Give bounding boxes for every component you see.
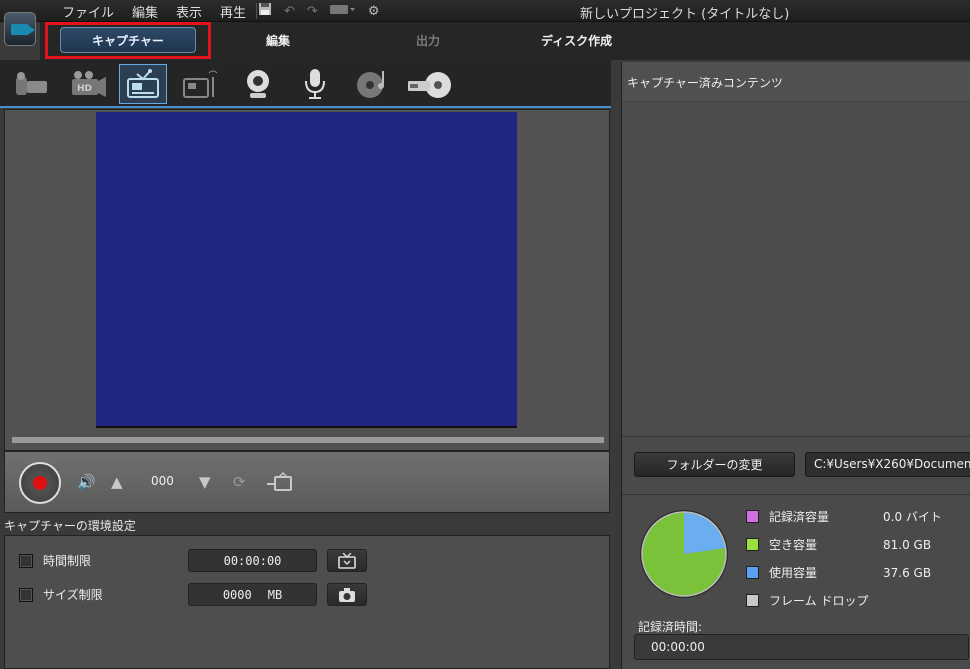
capture-device-bar: HD — [0, 60, 611, 108]
volume-counter: 000 — [151, 474, 174, 488]
optical-disc-icon[interactable] — [406, 64, 454, 104]
digital-tv-icon[interactable] — [176, 64, 224, 104]
video-preview — [96, 112, 517, 428]
svg-text:HD: HD — [77, 84, 92, 94]
upload-dropdown-icon[interactable] — [329, 3, 356, 19]
time-limit-row: 時間制限 — [19, 552, 91, 569]
redo-icon[interactable]: ↷ — [307, 4, 318, 19]
divider — [622, 494, 970, 495]
size-limit-row: サイズ制限 — [19, 586, 103, 603]
tv-capture-icon[interactable] — [119, 64, 167, 104]
legend-swatch — [746, 510, 759, 523]
legend-value: 0.0 バイト — [883, 510, 942, 524]
menu-edit[interactable]: 編集 — [132, 2, 158, 21]
legend-recorded: 記録済容量 0.0 バイト — [746, 508, 953, 525]
settings-gear-icon[interactable]: ⚙ — [368, 4, 380, 19]
size-limit-value: 0000 — [222, 587, 252, 602]
tab-output[interactable]: 出力 — [416, 32, 440, 49]
record-icon — [33, 476, 47, 490]
legend-label: フレーム ドロップ — [769, 594, 869, 608]
size-limit-label: サイズ制限 — [43, 588, 103, 602]
recorded-time-field: 00:00:00 — [634, 634, 969, 660]
app-logo — [0, 0, 40, 58]
size-limit-field[interactable]: 0000 MB — [188, 583, 317, 606]
legend-swatch — [746, 538, 759, 551]
disk-usage-pie — [640, 510, 728, 598]
legend-label: 記録済容量 — [769, 510, 830, 524]
legend-frame-drop: フレーム ドロップ — [746, 592, 929, 609]
recorded-time-label: 記録済時間: — [638, 620, 703, 634]
menu-file[interactable]: ファイル — [62, 2, 114, 21]
refresh-icon[interactable]: ⟳ — [233, 472, 246, 492]
legend-value: 81.0 GB — [883, 537, 932, 552]
change-folder-button[interactable]: フォルダーの変更 — [634, 452, 795, 477]
highlight-annotation — [45, 22, 211, 59]
legend-value: 37.6 GB — [883, 565, 932, 580]
time-limit-label: 時間制限 — [43, 554, 92, 568]
settings-title: キャプチャーの環境設定 — [4, 519, 136, 533]
legend-free: 空き容量 81.0 GB — [746, 536, 953, 553]
time-limit-checkbox[interactable] — [19, 553, 33, 568]
capture-controls: 🔊 ▲ 000 ▼ ⟳ — [4, 451, 610, 513]
legend-swatch — [746, 594, 759, 607]
tab-edit[interactable]: 編集 — [266, 32, 290, 49]
progress-slider[interactable] — [12, 437, 604, 443]
record-button[interactable] — [19, 462, 61, 504]
captured-content-title: キャプチャー済みコンテンツ — [627, 76, 783, 90]
quick-toolbar: ↶ ↷ ⚙ — [258, 2, 379, 20]
menu-view[interactable]: 表示 — [176, 2, 202, 21]
divider — [622, 436, 970, 437]
dv-camcorder-icon[interactable] — [8, 64, 56, 104]
project-title: 新しいプロジェクト (タイトルなし) — [580, 7, 790, 22]
save-icon[interactable] — [258, 2, 272, 20]
tv-snapshot-button[interactable] — [327, 549, 367, 572]
legend-swatch — [746, 566, 759, 579]
size-unit: MB — [267, 587, 283, 602]
menu-playback[interactable]: 再生 — [220, 2, 246, 21]
legend-label: 空き容量 — [769, 538, 818, 552]
captured-content-panel: キャプチャー済みコンテンツ フォルダーの変更 C:¥Users¥X260¥Doc… — [621, 62, 970, 669]
time-limit-field[interactable]: 00:00:00 — [188, 549, 317, 572]
legend-label: 使用容量 — [769, 566, 818, 580]
legend-used: 使用容量 37.6 GB — [746, 564, 953, 581]
undo-icon[interactable]: ↶ — [284, 4, 295, 19]
size-limit-checkbox[interactable] — [19, 587, 33, 602]
menu-divider — [256, 3, 257, 19]
capture-settings-panel: 時間制限 00:00:00 サイズ制限 0000 MB — [4, 535, 610, 669]
captured-content-header: キャプチャー済みコンテンツ — [622, 62, 970, 102]
webcam-icon[interactable] — [234, 64, 282, 104]
volume-icon[interactable]: 🔊 — [77, 472, 96, 492]
preview-panel — [4, 109, 610, 451]
menu-bar: ファイル 編集 表示 再生 — [62, 2, 246, 21]
cd-audio-icon[interactable] — [349, 64, 397, 104]
volume-up-icon[interactable]: ▲ — [111, 472, 123, 492]
volume-down-icon[interactable]: ▼ — [199, 472, 211, 492]
title-bar: ファイル 編集 表示 再生 ↶ ↷ ⚙ 新しいプロジェクト (タイトルなし) — [0, 0, 970, 22]
hdv-camcorder-icon[interactable]: HD — [64, 64, 112, 104]
camera-snapshot-button[interactable] — [327, 583, 367, 606]
tab-disc[interactable]: ディスク作成 — [541, 32, 612, 49]
time-limit-value: 00:00:00 — [223, 553, 282, 568]
captured-content-list[interactable] — [622, 102, 970, 436]
capture-folder-path[interactable]: C:¥Users¥X260¥Documents — [805, 452, 970, 477]
film-icon — [4, 12, 36, 46]
tv-settings-icon[interactable] — [267, 471, 293, 497]
microphone-icon[interactable] — [291, 64, 339, 104]
